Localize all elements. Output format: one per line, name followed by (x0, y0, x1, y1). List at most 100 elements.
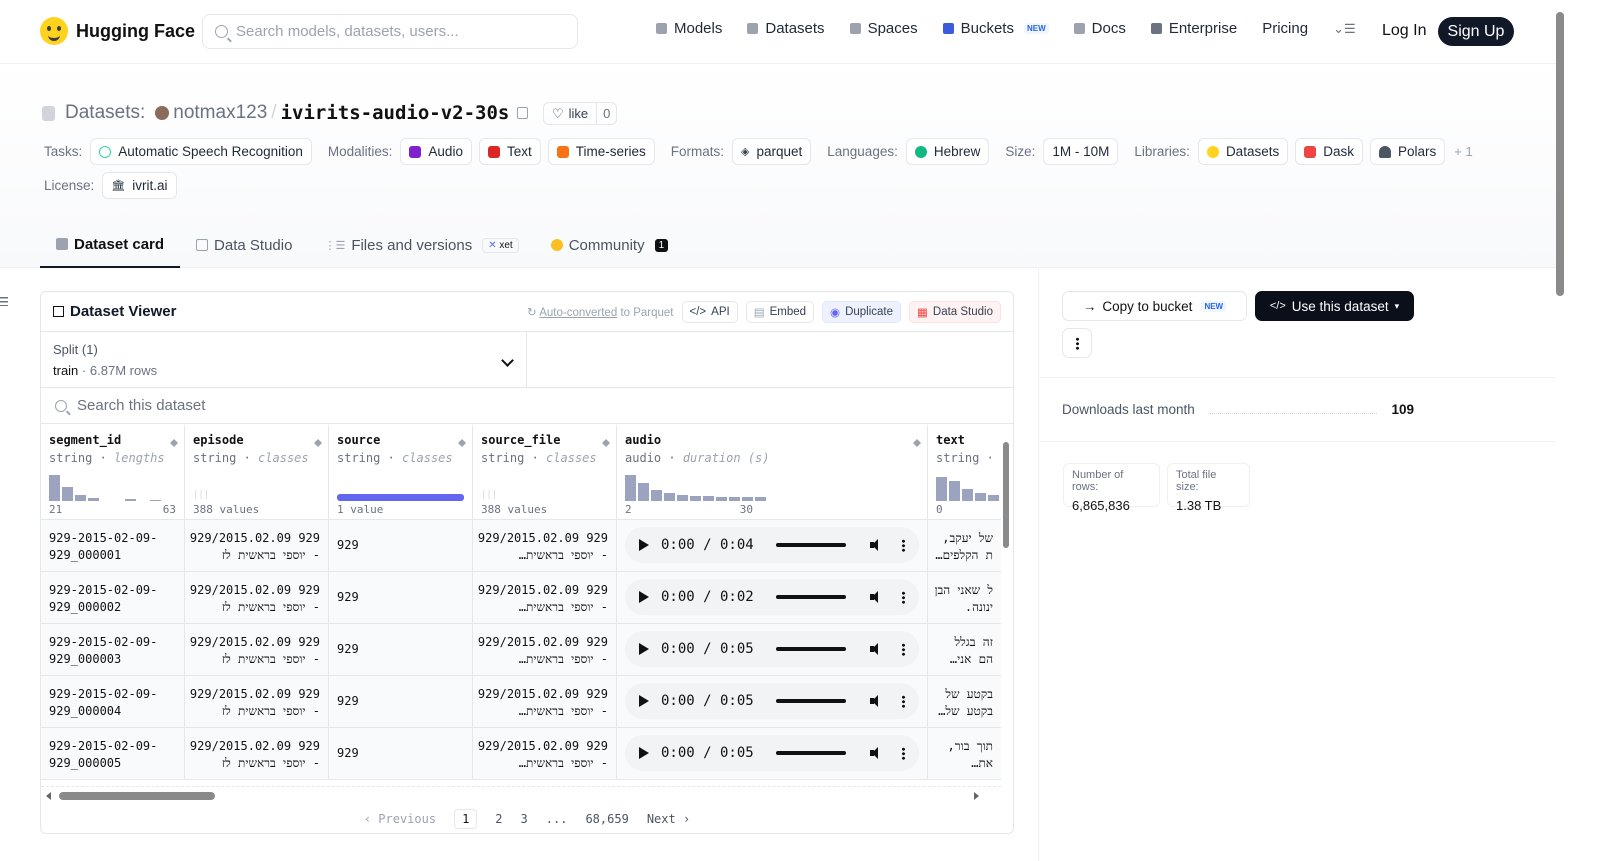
data-studio-button[interactable]: ▦ Data Studio (909, 300, 1001, 323)
login-link[interactable]: Log In (1382, 22, 1426, 40)
table-vertical-scrollbar[interactable] (1001, 432, 1010, 777)
previous-page-button[interactable]: ‹ Previous (364, 812, 436, 826)
sidebar-toggle-icon[interactable] (0, 297, 8, 306)
auto-converted-link[interactable]: Auto-converted (539, 307, 617, 319)
table-row[interactable]: 929-2015-02-09- 929_000003 929 929/2015.0… (41, 624, 1001, 676)
volume-icon[interactable] (869, 538, 882, 552)
audio-progress-slider[interactable] (775, 699, 846, 703)
tag-modality-timeseries[interactable]: Time-series (547, 138, 655, 165)
more-options-icon[interactable] (902, 538, 905, 552)
nav-buckets[interactable]: Buckets NEW (942, 20, 1049, 37)
audio-progress-slider[interactable] (775, 751, 846, 755)
more-options-icon[interactable] (902, 746, 905, 760)
tag-language-hebrew[interactable]: Hebrew (905, 138, 990, 165)
nav-pricing[interactable]: Pricing (1262, 20, 1308, 37)
play-icon[interactable] (639, 539, 649, 551)
audio-player[interactable]: 0:00 / 0:05 (625, 683, 919, 719)
audio-progress-slider[interactable] (775, 647, 846, 651)
scrollbar-thumb[interactable] (59, 792, 215, 800)
column-header-segment-id[interactable]: segment_id string · lengths 21 63 (41, 425, 185, 519)
volume-icon[interactable] (869, 642, 882, 656)
tag-task[interactable]: Automatic Speech Recognition (90, 138, 312, 165)
scrollbar-thumb[interactable] (1003, 442, 1009, 548)
tag-library-dask[interactable]: Dask (1295, 138, 1363, 165)
audio-player[interactable]: 0:00 / 0:02 (625, 579, 919, 615)
column-header-text[interactable]: text string · lengths 0 (928, 425, 1001, 519)
column-header-source[interactable]: source string · classes 1 value (329, 425, 473, 519)
audio-player[interactable]: 0:00 / 0:05 (625, 735, 919, 771)
volume-icon[interactable] (869, 746, 882, 760)
column-header-episode[interactable]: episode string · classes ||| 388 values (185, 425, 329, 519)
more-libraries-link[interactable]: + 1 (1454, 144, 1472, 159)
play-icon[interactable] (639, 643, 649, 655)
scroll-right-icon[interactable] (974, 792, 979, 800)
page-button[interactable]: 2 (495, 812, 502, 826)
nav-docs[interactable]: Docs (1073, 20, 1126, 37)
nav-more-menu[interactable]: ⌄☰ (1333, 21, 1356, 37)
tag-modality-audio[interactable]: Audio (400, 138, 472, 165)
code-icon: </> (1269, 300, 1286, 312)
more-options-icon[interactable] (902, 590, 905, 604)
sort-icon[interactable] (314, 435, 322, 447)
tag-format-parquet[interactable]: ◈ parquet (732, 138, 812, 165)
nav-enterprise[interactable]: Enterprise (1150, 20, 1237, 37)
nav-spaces[interactable]: Spaces (849, 20, 918, 37)
table-row[interactable]: 929-2015-02-09- 929_000005 929 929/2015.0… (41, 728, 1001, 780)
tag-library-datasets[interactable]: Datasets (1197, 138, 1289, 165)
more-options-icon[interactable] (902, 642, 905, 656)
page-button-current[interactable]: 1 (454, 809, 478, 829)
tag-license[interactable]: 🏛 ivrit.ai (102, 172, 177, 199)
volume-icon[interactable] (869, 590, 882, 604)
signup-button[interactable]: Sign Up (1438, 17, 1514, 46)
volume-icon[interactable] (869, 694, 882, 708)
table-row[interactable]: 929-2015-02-09- 929_000001 929 929/2015.0… (41, 520, 1001, 572)
column-header-audio[interactable]: audio audio · duration (s) 2 30 (617, 425, 928, 519)
tab-dataset-card[interactable]: Dataset card (40, 222, 181, 268)
audio-player[interactable]: 0:00 / 0:05 (625, 631, 919, 667)
embed-button[interactable]: ▤ Embed (745, 300, 815, 323)
use-this-dataset-button[interactable]: </> Use this dataset ▾ (1255, 291, 1414, 321)
global-search-input[interactable]: Search models, datasets, users... (202, 14, 578, 49)
tab-community[interactable]: Community 1 (535, 222, 684, 268)
tab-data-studio[interactable]: Data Studio (180, 222, 308, 268)
table-row[interactable]: 929-2015-02-09- 929_000002 929 929/2015.0… (41, 572, 1001, 624)
audio-progress-slider[interactable] (775, 543, 846, 547)
api-button[interactable]: </> API (681, 300, 738, 323)
column-header-source-file[interactable]: source_file string · classes ||| 388 val… (473, 425, 617, 519)
split-selector[interactable]: Split (1) train · 6.87M rows (41, 332, 527, 387)
page-scrollbar[interactable] (1556, 0, 1568, 861)
table-row[interactable]: 929-2015-02-09- 929_000004 929 929/2015.0… (41, 676, 1001, 728)
scrollbar-thumb[interactable] (1556, 12, 1564, 296)
more-actions-button[interactable] (1062, 328, 1092, 358)
play-icon[interactable] (639, 747, 649, 759)
next-page-button[interactable]: Next › (647, 812, 690, 826)
sort-icon[interactable] (913, 435, 921, 447)
brand-logo[interactable]: Hugging Face (40, 17, 195, 45)
repo-name-link[interactable]: ivirits-audio-v2-30s (281, 102, 510, 124)
page-button-last[interactable]: 68,659 (585, 812, 628, 826)
sort-icon[interactable] (458, 435, 466, 447)
like-button[interactable]: ♡ like 0 (543, 102, 618, 125)
sort-icon[interactable] (602, 435, 610, 447)
scroll-left-icon[interactable] (46, 792, 51, 800)
audio-player[interactable]: 0:00 / 0:04 (625, 527, 919, 563)
tag-size[interactable]: 1M - 10M (1043, 138, 1119, 165)
tab-files-and-versions[interactable]: ⋮☰ Files and versions ✕ xet (308, 222, 534, 268)
play-icon[interactable] (639, 591, 649, 603)
audio-progress-slider[interactable] (775, 595, 846, 599)
histogram-bar (88, 498, 99, 501)
nav-models[interactable]: Models (656, 20, 722, 37)
table-horizontal-scrollbar[interactable] (41, 786, 1001, 802)
tag-library-polars[interactable]: Polars (1369, 138, 1446, 165)
page-button[interactable]: 3 (521, 812, 528, 826)
tag-modality-text[interactable]: Text (478, 138, 541, 165)
play-icon[interactable] (639, 695, 649, 707)
nav-datasets[interactable]: Datasets (747, 20, 825, 37)
copy-to-bucket-button[interactable]: → Copy to bucket NEW (1062, 291, 1247, 321)
duplicate-button[interactable]: ◉ Duplicate (822, 300, 902, 323)
sort-icon[interactable] (170, 435, 178, 447)
more-options-icon[interactable] (902, 694, 905, 708)
copy-icon[interactable] (517, 107, 529, 119)
dataset-search-input[interactable]: Search this dataset (41, 388, 1013, 424)
repo-owner-link[interactable]: notmax123 (173, 102, 267, 124)
